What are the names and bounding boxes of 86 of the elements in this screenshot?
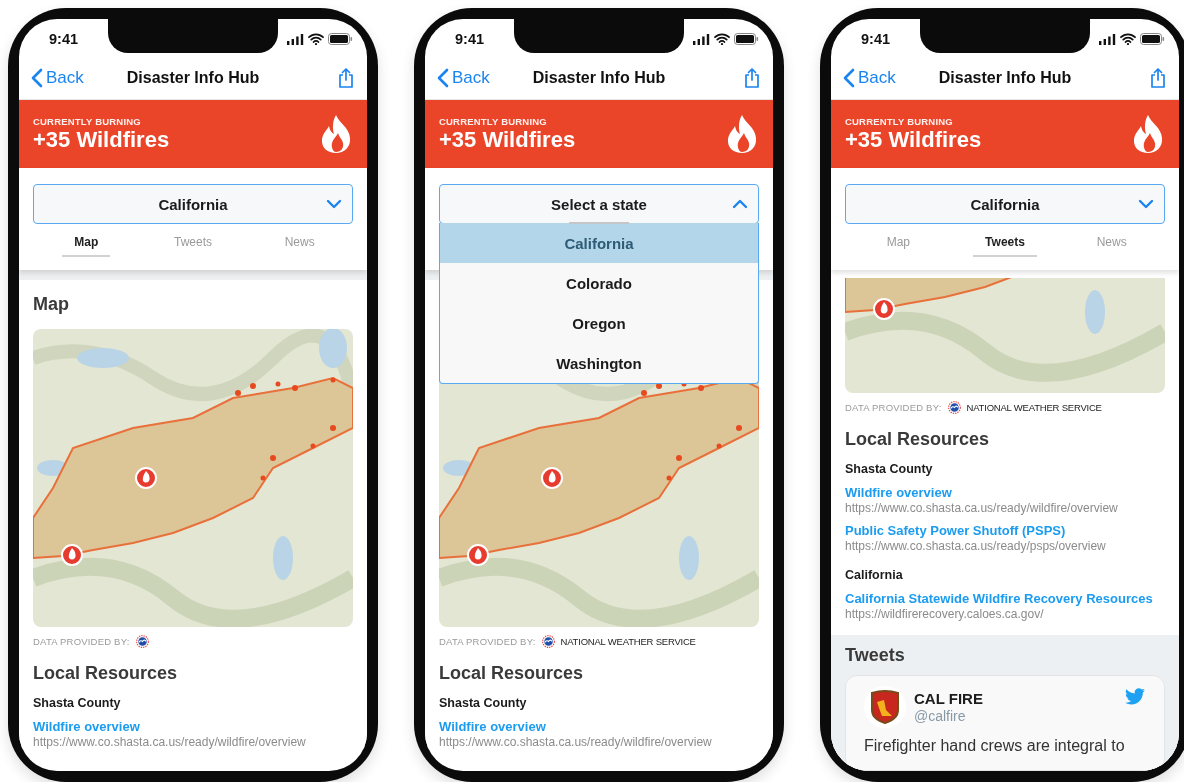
chevron-left-icon [437,68,449,88]
status-time: 9:41 [861,30,891,47]
share-button[interactable] [1149,67,1167,89]
tab[interactable]: Tweets [951,224,1059,262]
chevron-down-icon [1138,198,1154,210]
signal-icon [1099,33,1116,45]
circle-logo-icon [541,634,555,648]
flame-icon [319,114,353,154]
tweet-card[interactable]: CAL FIRE @calfire Firefighter hand crews are integral to [845,675,1165,771]
section-heading: Map [33,293,70,316]
flame-icon [1131,114,1165,154]
account-handle: @calfire [914,708,967,724]
circle-logo-icon [947,400,961,414]
banner-headline: +35 Wildfires [33,126,171,153]
battery-icon [328,33,353,45]
region-title: Shasta County [33,695,122,711]
region-title: California [845,567,904,583]
banner-headline: +35 Wildfires [439,126,577,153]
banner-label: CURRENTLY BURNING [439,115,548,127]
chevron-left-icon [843,68,855,88]
flame-icon [725,114,759,154]
dropdown-option[interactable]: California [440,223,758,263]
region-title: Shasta County [845,461,934,477]
battery-icon [1140,33,1165,45]
banner-headline: +35 Wildfires [845,126,983,153]
resource-link[interactable]: Public Safety Power Shutoff (PSPS) [845,523,1165,539]
wifi-icon [1120,33,1136,45]
source-name: NATIONAL WEATHER SERVICE [966,401,1102,413]
tweet-text: Firefighter hand crews are integral to [864,736,1126,756]
chevron-down-icon [326,198,342,210]
battery-icon [734,33,759,45]
section-heading: Local Resources [33,662,179,685]
resource-url: https://www.co.shasta.ca.us/ready/wildfire/overview [33,735,307,749]
share-button[interactable] [337,67,355,89]
tab[interactable]: Tweets [139,224,247,262]
section-heading: Tweets [845,644,906,667]
state-dropdown[interactable]: Select a state [439,184,759,224]
region-title: Shasta County [439,695,528,711]
status-time: 9:41 [455,30,485,47]
source-name: NATIONAL WEATHER SERVICE [560,635,696,647]
section-heading: Local Resources [845,428,991,451]
avatar-shield-icon [864,686,906,728]
wifi-icon [308,33,324,45]
account-name: CAL FIRE [914,690,983,708]
screen-title: Disaster Info Hub [126,69,260,86]
signal-icon [693,33,710,45]
dropdown-option[interactable]: Washington [440,343,758,383]
resource-url: https://wildfirerecovery.caloes.ca.gov/ [845,607,1045,621]
share-icon [743,67,761,89]
attribution-label: DATA PROVIDED BY: [845,401,942,413]
resource-link[interactable]: Wildfire overview [845,485,1165,501]
status-time: 9:41 [49,30,79,47]
tab[interactable]: Map [845,224,952,262]
screen-title: Disaster Info Hub [532,69,666,86]
share-icon [337,67,355,89]
wifi-icon [714,33,730,45]
attribution-label: DATA PROVIDED BY: [33,635,130,647]
resource-link[interactable]: Wildfire overview [439,719,759,735]
signal-icon [287,33,304,45]
tab[interactable]: Map [33,224,140,262]
back-button[interactable]: Back [437,68,490,88]
section-heading: Local Resources [439,662,585,685]
back-button[interactable]: Back [843,68,896,88]
resource-url: https://www.co.shasta.ca.us/ready/psps/overview [845,539,1107,553]
fire-map-drawing[interactable] [33,329,353,627]
screen-title: Disaster Info Hub [938,69,1072,86]
share-icon [1149,67,1167,89]
attribution-label: DATA PROVIDED BY: [439,635,536,647]
share-button[interactable] [743,67,761,89]
resource-url: https://www.co.shasta.ca.us/ready/wildfire/overview [439,735,713,749]
state-dropdown[interactable]: California [845,184,1165,224]
chevron-left-icon [31,68,43,88]
dropdown-option[interactable]: Oregon [440,303,758,343]
tab[interactable]: News [1058,224,1165,262]
banner-label: CURRENTLY BURNING [845,115,954,127]
resource-link[interactable]: California Statewide Wildfire Recovery Resources [845,591,1165,607]
tab[interactable]: News [246,224,353,262]
circle-logo-icon [135,634,149,648]
back-button[interactable]: Back [31,68,84,88]
bird-icon [1124,688,1146,706]
banner-label: CURRENTLY BURNING [33,115,142,127]
state-dropdown[interactable]: California [33,184,353,224]
dropdown-option[interactable]: Colorado [440,263,758,303]
resource-link[interactable]: Wildfire overview [33,719,353,735]
chevron-up-icon [732,198,748,210]
resource-url: https://www.co.shasta.ca.us/ready/wildfire/overview [845,501,1119,515]
